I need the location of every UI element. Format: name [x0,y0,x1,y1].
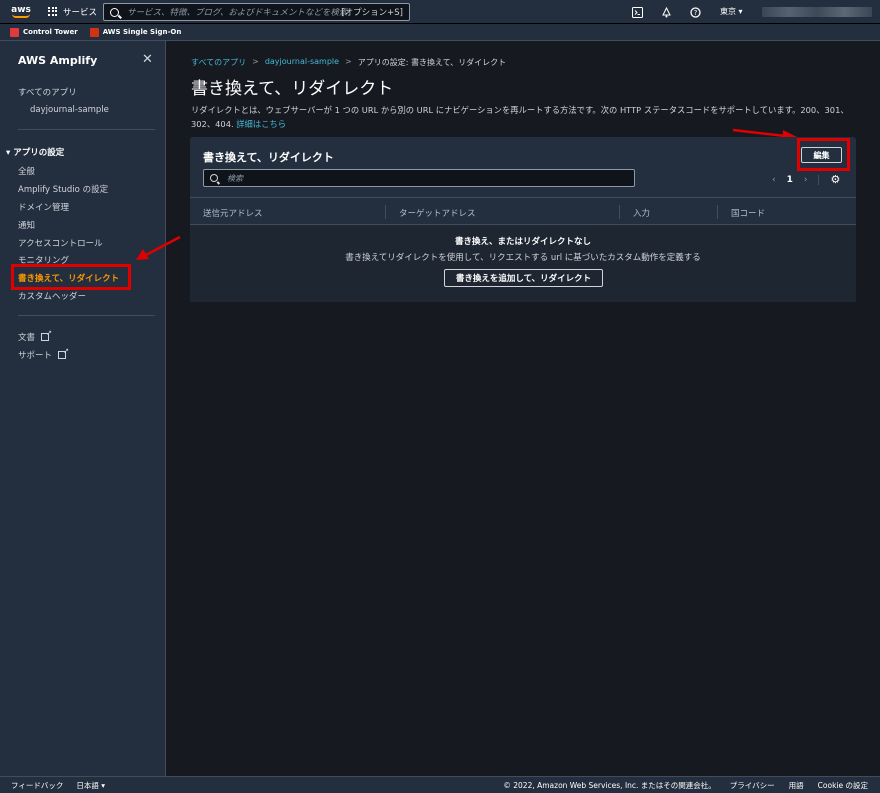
sidebar-item-access-control[interactable]: アクセスコントロール [18,237,103,249]
column-header-country[interactable]: 国コード [731,207,765,219]
search-icon [210,174,218,182]
feedback-link[interactable]: フィードバック [11,780,63,791]
region-selector[interactable]: 東京 ▾ [720,6,743,17]
next-page-icon[interactable]: › [804,175,808,185]
empty-state: 書き換え、またはリダイレクトなし 書き換えてリダイレクトを使用して、リクエストす… [190,225,856,302]
top-navigation: aws サービス サービス、特徴、ブログ、およびドキュメントなどを検索 [オプシ… [0,0,880,24]
gear-icon[interactable]: ⚙ [830,173,840,186]
external-link-icon [41,329,52,341]
account-menu-redacted[interactable] [762,7,872,17]
aws-logo[interactable]: aws [6,0,36,24]
empty-title: 書き換え、またはリダイレクトなし [454,237,591,247]
search-shortcut: [オプション+S] [341,8,403,18]
breadcrumb: すべてのアプリ > dayjournal-sample > アプリの設定: 書き… [191,57,506,68]
sidebar-item-domain[interactable]: ドメイン管理 [18,201,69,213]
pagination: ‹ 1 › ⚙ [772,173,840,186]
privacy-link[interactable]: プライバシー [730,780,775,791]
sidebar-item-studio[interactable]: Amplify Studio の設定 [18,183,108,195]
svg-text:?: ? [693,9,697,17]
page-title: 書き換えて、リダイレクト [191,79,394,99]
favorite-label: AWS Single Sign-On [102,28,182,36]
prev-page-icon[interactable]: ‹ [772,175,776,185]
sidebar-item-general[interactable]: 全般 [18,165,35,177]
column-divider [385,205,386,219]
filter-input[interactable]: 検索 [203,169,635,187]
sidebar-item-notifications[interactable]: 通知 [18,219,35,231]
grid-icon [48,6,58,17]
pager-divider [818,174,820,185]
panel-title: 書き換えて、リダイレクト [203,151,334,164]
sidebar-divider [18,315,155,316]
bell-icon[interactable] [659,5,673,19]
favorite-label: Control Tower [23,28,78,36]
close-icon[interactable]: ✕ [142,52,153,67]
sidebar-link-support[interactable]: サポート [18,347,69,361]
services-menu-button[interactable]: サービス [48,6,97,18]
sso-icon [89,27,99,37]
sidebar: AWS Amplify ✕ すべてのアプリ dayjournal-sample … [0,41,166,776]
sidebar-title: AWS Amplify [18,54,98,67]
control-tower-icon [10,27,19,37]
copyright: © 2022, Amazon Web Services, Inc. またはその関… [503,780,716,790]
favorite-control-tower[interactable]: Control Tower [10,27,78,37]
favorites-bar: Control Tower AWS Single Sign-On [0,24,880,41]
terms-link[interactable]: 用語 [789,780,804,791]
annotation-highlight-sidebar [11,264,131,290]
breadcrumb-app[interactable]: dayjournal-sample [265,57,339,68]
rewrites-panel: 書き換えて、リダイレクト 編集 検索 ‹ 1 › ⚙ 送信元アドレス ターゲット… [190,137,856,302]
sidebar-section-app-settings[interactable]: ▾ アプリの設定 [6,146,64,158]
sidebar-item-all-apps[interactable]: すべてのアプリ [18,86,77,98]
global-search-input[interactable]: サービス、特徴、ブログ、およびドキュメントなどを検索 [オプション+S] [103,3,410,21]
annotation-arrow-icon [136,235,181,260]
add-rewrite-button[interactable]: 書き換えを追加して、リダイレクト [444,269,603,287]
sidebar-link-docs[interactable]: 文書 [18,329,52,343]
sidebar-divider [18,129,155,130]
docs-label: 文書 [18,333,36,343]
column-header-source[interactable]: 送信元アドレス [203,207,263,219]
sidebar-item-app[interactable]: dayjournal-sample [30,105,109,115]
breadcrumb-separator: > [345,57,352,66]
aws-smile-icon [12,14,30,18]
column-divider [717,205,718,219]
external-link-icon [58,347,69,359]
learn-more-link[interactable]: 詳細はこちら [236,119,286,129]
table-header: 送信元アドレス ターゲットアドレス 入力 国コード [190,197,856,225]
column-header-target[interactable]: ターゲットアドレス [399,207,476,219]
filter-placeholder: 検索 [227,173,243,183]
annotation-highlight-edit [797,138,850,171]
services-label: サービス [63,7,98,18]
help-icon[interactable]: ? [688,5,702,19]
sidebar-item-custom-headers[interactable]: カスタムヘッダー [18,290,86,302]
current-page[interactable]: 1 [787,175,793,185]
empty-description: 書き換えてリダイレクトを使用して、リクエストする url に基づいたカスタム動作… [345,253,701,263]
terminal-icon[interactable] [630,5,644,19]
description-line2: 302、404. [191,119,237,129]
search-icon [110,7,119,17]
search-placeholder: サービス、特徴、ブログ、およびドキュメントなどを検索 [127,8,348,18]
column-header-type[interactable]: 入力 [633,207,650,219]
footer: フィードバック 日本語 ▾ © 2022, Amazon Web Service… [0,776,880,793]
page-description: リダイレクトとは、ウェブサーバーが 1 つの URL から別の URL にナビゲ… [191,103,851,131]
support-label: サポート [18,351,53,361]
breadcrumb-current: アプリの設定: 書き換えて、リダイレクト [357,58,507,67]
breadcrumb-all-apps[interactable]: すべてのアプリ [191,57,246,68]
cookie-settings-link[interactable]: Cookie の設定 [818,780,868,791]
favorite-single-sign-on[interactable]: AWS Single Sign-On [89,27,182,37]
column-divider [619,205,620,219]
description-line1: リダイレクトとは、ウェブサーバーが 1 つの URL から別の URL にナビゲ… [191,105,849,115]
language-selector[interactable]: 日本語 ▾ [76,780,105,791]
breadcrumb-separator: > [252,57,259,66]
